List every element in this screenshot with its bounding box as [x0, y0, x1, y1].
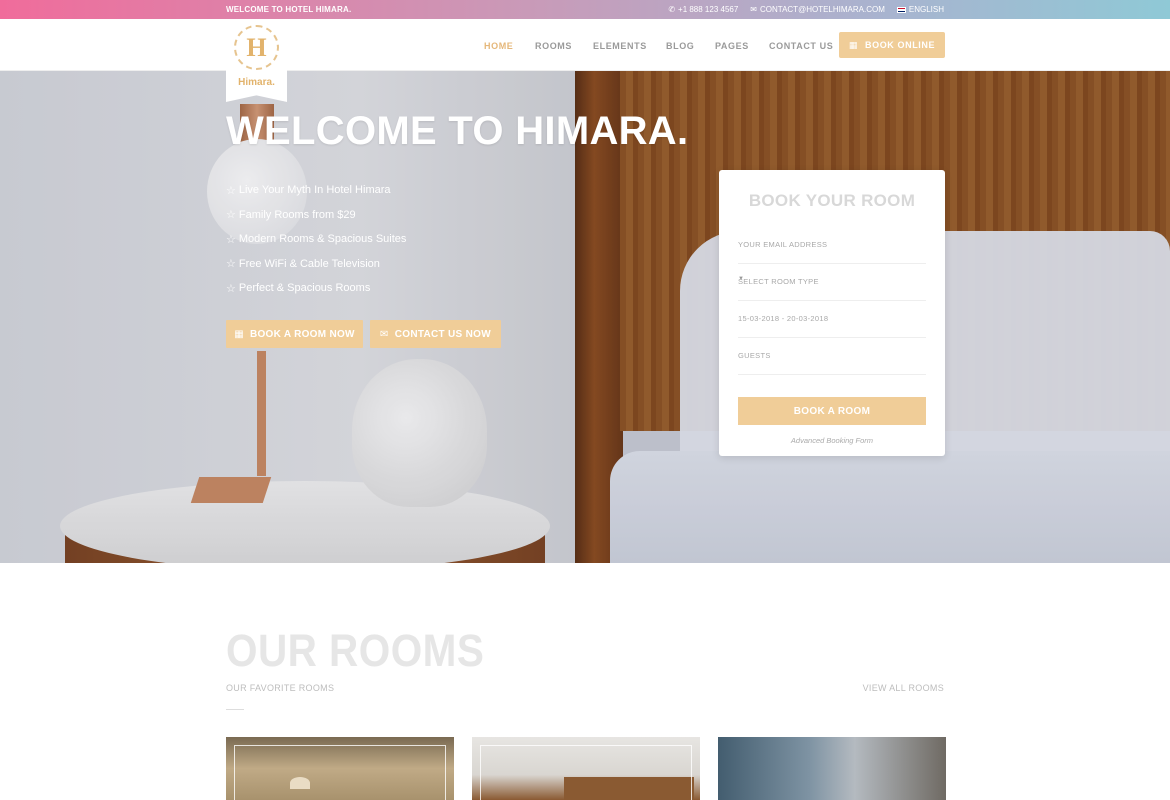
email-placeholder: YOUR EMAIL ADDRESS [738, 240, 828, 249]
welcome-text: WELCOME TO HOTEL HIMARA. [226, 5, 352, 14]
star-icon: ☆ [226, 184, 236, 197]
language-selector[interactable]: ENGLISH [896, 5, 944, 14]
date-range-value: 15-03-2018 - 20-03-2018 [738, 314, 829, 323]
advanced-booking-link[interactable]: Advanced Booking Form [719, 436, 945, 445]
logo[interactable]: H Himara. [226, 19, 287, 102]
nav-home[interactable]: HOME [484, 41, 513, 51]
room-frame [480, 745, 692, 800]
guests-placeholder: GUESTS [738, 351, 771, 360]
phone-number: +1 888 123 4567 [678, 5, 739, 14]
email-address: CONTACT@HOTELHIMARA.COM [760, 5, 885, 14]
caret-down-icon: ▼ [738, 276, 745, 282]
book-a-room-button[interactable]: BOOK A ROOM [738, 397, 926, 425]
star-icon: ☆ [226, 209, 236, 222]
main-header [0, 19, 1170, 71]
book-online-label: BOOK ONLINE [865, 40, 936, 50]
star-icon: ☆ [226, 282, 236, 295]
room-card[interactable] [718, 737, 946, 800]
email-link[interactable]: ✉ CONTACT@HOTELHIMARA.COM [750, 5, 885, 14]
section-subtitle: OUR FAVORITE ROOMS [226, 683, 335, 693]
feature-list: ☆ Live Your Myth In Hotel Himara ☆ Family … [226, 178, 406, 301]
language-label: ENGLISH [908, 5, 944, 14]
nav-blog[interactable]: BLOG [666, 41, 694, 51]
logo-name: Himara. [238, 77, 275, 88]
feature-item: ☆ Perfect & Spacious Rooms [226, 276, 406, 301]
nav-elements[interactable]: ELEMENTS [593, 41, 647, 51]
room-card[interactable] [226, 737, 454, 800]
view-all-rooms-link[interactable]: VIEW ALL ROOMS [863, 683, 944, 693]
feature-text: Live Your Myth In Hotel Himara [238, 184, 391, 197]
top-bar-contacts: ✆ +1 888 123 4567 ✉ CONTACT@HOTELHIMARA.CO… [668, 5, 944, 14]
section-title: OUR ROOMS [226, 625, 485, 676]
date-range-field[interactable]: 15-03-2018 - 20-03-2018 [738, 301, 926, 338]
feature-item: ☆ Live Your Myth In Hotel Himara [226, 178, 406, 203]
nav-pages[interactable]: PAGES [715, 41, 749, 51]
mail-icon: ✉ [750, 5, 757, 14]
nav-contact-us[interactable]: CONTACT US [769, 41, 833, 51]
uk-flag-icon [896, 6, 906, 13]
guests-field[interactable]: GUESTS [738, 338, 926, 375]
section-divider [226, 709, 244, 710]
feature-text: Free WiFi & Cable Television [238, 257, 380, 270]
phone-link[interactable]: ✆ +1 888 123 4567 [668, 5, 738, 14]
feature-text: Modern Rooms & Spacious Suites [238, 233, 407, 246]
book-room-now-button[interactable]: ▦ BOOK A ROOM NOW [226, 320, 363, 348]
booking-form: BOOK YOUR ROOM YOUR EMAIL ADDRESS SELECT… [719, 170, 945, 456]
star-icon: ☆ [226, 233, 236, 246]
room-frame [234, 745, 446, 800]
email-field[interactable]: YOUR EMAIL ADDRESS [738, 227, 926, 264]
hero-title: WELCOME TO HIMARA. [226, 109, 689, 153]
calendar-icon: ▦ [848, 39, 858, 50]
feature-item: ☆ Modern Rooms & Spacious Suites [226, 227, 406, 252]
room-type-select[interactable]: SELECT ROOM TYPE ▼ [738, 264, 926, 301]
contact-us-now-label: CONTACT US NOW [394, 328, 491, 340]
contact-us-now-button[interactable]: ✉ CONTACT US NOW [370, 320, 501, 348]
booking-title: BOOK YOUR ROOM [748, 191, 916, 210]
logo-letter: H [239, 30, 274, 65]
phone-icon: ✆ [668, 5, 676, 14]
feature-text: Family Rooms from $29 [238, 208, 356, 221]
nav-rooms[interactable]: ROOMS [535, 41, 572, 51]
top-bar: WELCOME TO HOTEL HIMARA. ✆ +1 888 123 456… [0, 0, 1170, 19]
feature-item: ☆ Free WiFi & Cable Television [226, 252, 406, 277]
mail-icon: ✉ [380, 328, 389, 340]
feature-text: Perfect & Spacious Rooms [238, 282, 371, 295]
book-room-now-label: BOOK A ROOM NOW [249, 328, 355, 340]
book-online-button[interactable]: ▦ BOOK ONLINE [839, 32, 945, 58]
room-card[interactable] [472, 737, 700, 800]
star-icon: ☆ [226, 258, 236, 271]
calendar-icon: ▦ [234, 328, 244, 340]
feature-item: ☆ Family Rooms from $29 [226, 203, 406, 228]
